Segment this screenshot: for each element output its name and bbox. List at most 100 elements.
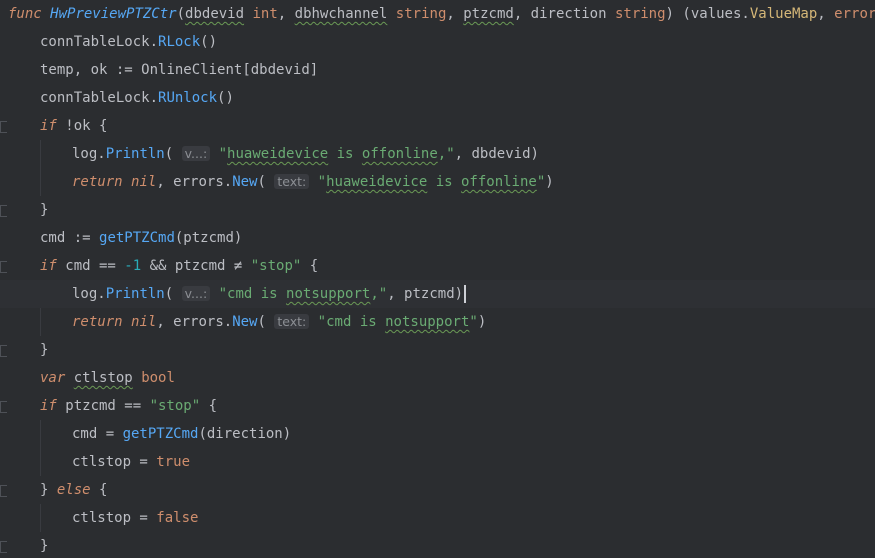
code-text: ctlstop = true [72, 448, 190, 476]
code-line[interactable]: connTableLock.RUnlock() [0, 84, 875, 112]
code-token: ptzcmd [463, 6, 514, 22]
code-token: return [72, 314, 123, 330]
code-token: . [741, 6, 750, 22]
code-line[interactable]: var ctlstop bool [0, 364, 875, 392]
code-line[interactable]: cmd := getPTZCmd(ptzcmd) [0, 224, 875, 252]
code-token: if [40, 258, 57, 274]
code-token: ctlstop = [72, 454, 157, 470]
code-text: var ctlstop bool [40, 364, 175, 392]
code-token: huaweidevice [227, 146, 329, 162]
code-token: , [817, 6, 835, 22]
code-line[interactable]: ctlstop = false [0, 504, 875, 532]
code-line[interactable]: func HwPreviewPTZCtr(dbdevid int, dbhwch… [0, 0, 875, 28]
code-line[interactable]: } [0, 336, 875, 364]
code-token: int [252, 6, 278, 22]
code-line[interactable]: temp, ok := OnlineClient[dbdevid] [0, 56, 875, 84]
code-token: connTableLock [40, 90, 150, 106]
code-line[interactable]: } [0, 532, 875, 558]
text-caret [464, 285, 467, 303]
code-token: nil [131, 314, 157, 330]
code-token: cmd := [40, 230, 100, 246]
fold-marker-icon[interactable] [0, 261, 7, 273]
code-token: New [232, 314, 258, 330]
code-token: } [40, 538, 49, 554]
code-token: Println [105, 286, 165, 302]
code-line[interactable]: ctlstop = true [0, 448, 875, 476]
code-text: } [40, 196, 48, 224]
code-line[interactable]: log.Println( v...: "cmd is notsupport,",… [0, 280, 875, 308]
code-token: , ptzcmd) [387, 286, 464, 302]
code-token: , [156, 174, 174, 190]
code-token: , dbdevid) [454, 146, 539, 162]
code-token: if [40, 398, 57, 414]
code-token: error [834, 6, 875, 22]
code-token: . [97, 146, 106, 162]
code-token: () [217, 90, 234, 106]
code-token: ValueMap [749, 6, 818, 22]
code-token: "stop" [250, 258, 302, 274]
fold-marker-icon[interactable] [0, 345, 7, 357]
code-token: ( [257, 174, 275, 190]
fold-marker-icon[interactable] [0, 485, 7, 497]
code-token: " [317, 174, 327, 190]
code-token: New [232, 174, 258, 190]
code-text: ctlstop = false [72, 504, 198, 532]
code-text: log.Println( v...: "huaweidevice is offo… [72, 140, 539, 168]
code-token: ) [477, 314, 487, 330]
parameter-hint: v...: [181, 286, 211, 301]
code-line[interactable]: return nil, errors.New( text: "huaweidev… [0, 168, 875, 196]
code-token: { [200, 398, 218, 414]
code-token: errors [173, 314, 224, 330]
code-token: , [277, 6, 295, 22]
code-line[interactable]: } else { [0, 476, 875, 504]
code-token: else [56, 482, 91, 498]
code-line[interactable]: if ptzcmd == "stop" { [0, 392, 875, 420]
code-text: if cmd == -1 && ptzcmd ≠ "stop" { [40, 252, 318, 280]
code-token: , [446, 6, 464, 22]
code-line[interactable]: log.Println( v...: "huaweidevice is offo… [0, 140, 875, 168]
code-token: direction [530, 6, 607, 22]
code-token: (ptzcmd) [174, 230, 243, 246]
code-token: ( [176, 6, 186, 22]
code-token: ( [164, 146, 182, 162]
code-line[interactable]: connTableLock.RLock() [0, 28, 875, 56]
code-token: "cmd is [317, 314, 386, 330]
code-token: (direction) [198, 426, 292, 442]
code-token: ) [545, 174, 554, 190]
code-text: cmd := getPTZCmd(ptzcmd) [40, 224, 242, 252]
code-line[interactable]: if !ok { [0, 112, 875, 140]
code-token: connTableLock [40, 34, 150, 50]
code-line[interactable]: } [0, 196, 875, 224]
code-line[interactable]: if cmd == -1 && ptzcmd ≠ "stop" { [0, 252, 875, 280]
code-editor[interactable]: func HwPreviewPTZCtr(dbdevid int, dbhwch… [0, 0, 875, 558]
code-token: ptzcmd == [56, 398, 150, 414]
code-token: } [40, 202, 49, 218]
code-token: is [328, 146, 362, 162]
code-token: errors [173, 174, 224, 190]
fold-marker-icon[interactable] [0, 205, 7, 217]
code-token: huaweidevice [326, 174, 428, 190]
code-text: temp, ok := OnlineClient[dbdevid] [40, 56, 318, 84]
code-token: cmd = [72, 426, 123, 442]
code-text: if ptzcmd == "stop" { [40, 392, 217, 420]
code-token: && ptzcmd ≠ [141, 258, 251, 274]
code-token: temp, ok := [40, 62, 142, 78]
code-token: RLock [158, 34, 201, 50]
fold-marker-icon[interactable] [0, 541, 7, 553]
code-token: false [156, 510, 199, 526]
fold-marker-icon[interactable] [0, 121, 7, 133]
code-line[interactable]: return nil, errors.New( text: "cmd is no… [0, 308, 875, 336]
fold-marker-icon[interactable] [0, 401, 7, 413]
code-token: if [40, 118, 57, 134]
code-token: RUnlock [158, 90, 218, 106]
code-token: ," [437, 146, 455, 162]
code-token: is [427, 174, 461, 190]
code-token: . [97, 286, 106, 302]
code-text: connTableLock.RLock() [40, 28, 217, 56]
code-line[interactable]: cmd = getPTZCmd(direction) [0, 420, 875, 448]
